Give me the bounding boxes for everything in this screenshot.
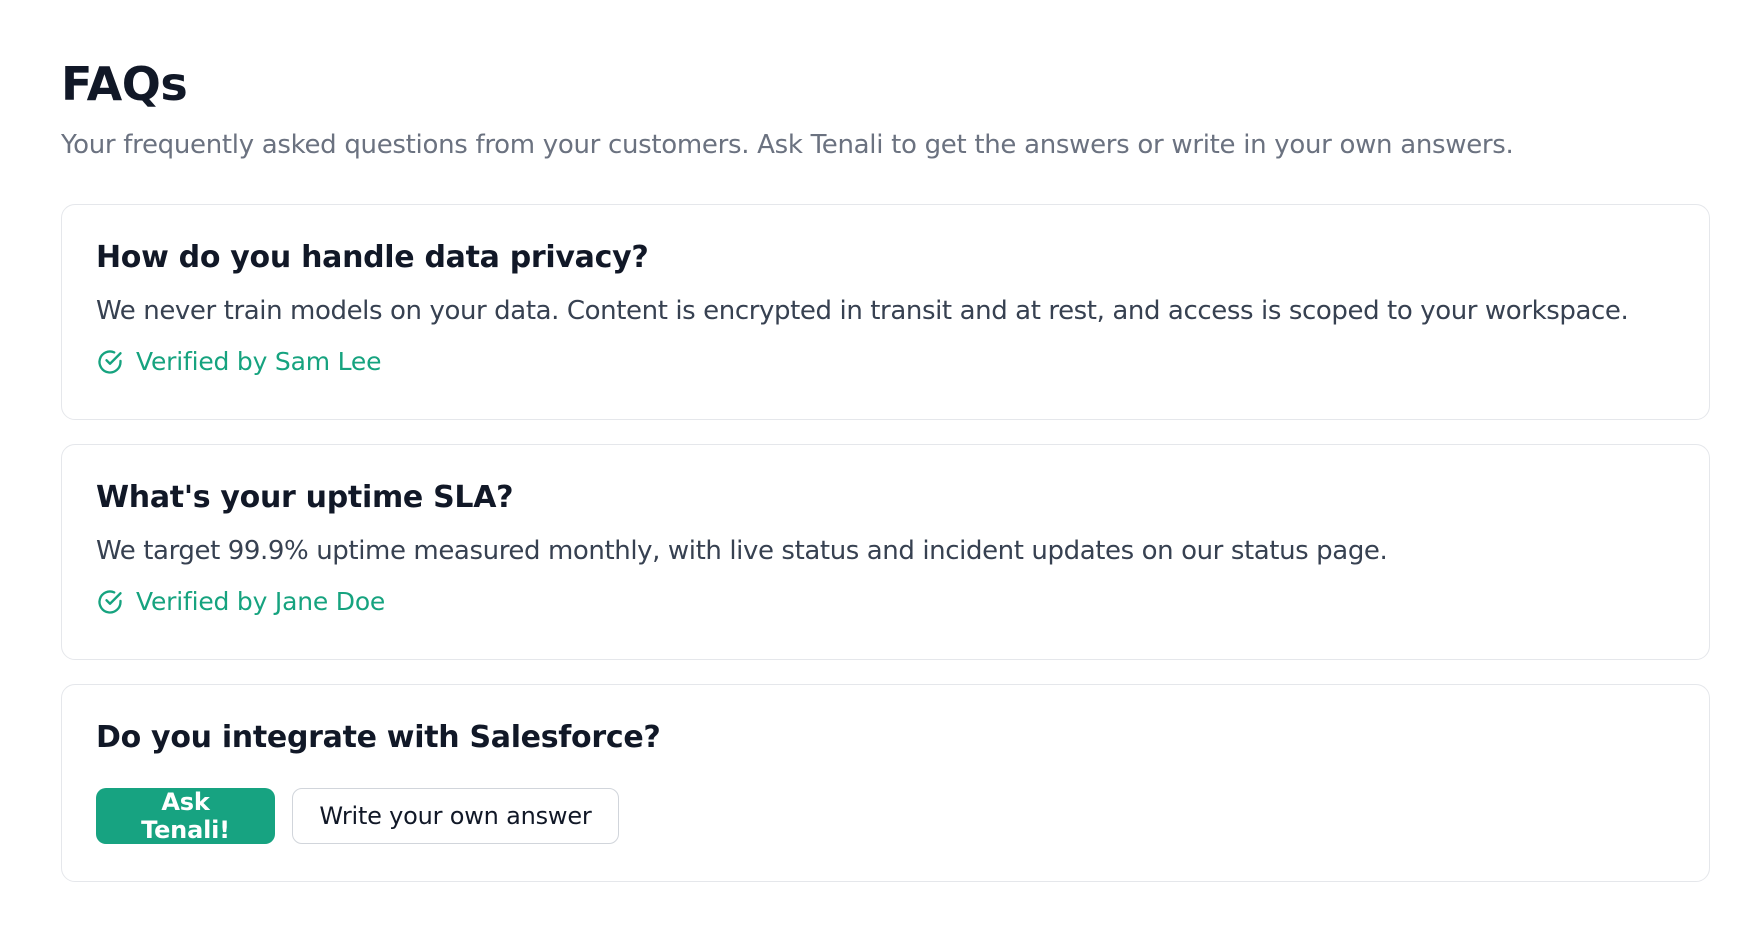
faq-actions: Ask Tenali! Write your own answer <box>96 788 1675 844</box>
write-own-answer-button[interactable]: Write your own answer <box>292 788 619 844</box>
verified-label: Verified by Sam Lee <box>136 347 382 376</box>
verified-badge: Verified by Sam Lee <box>96 345 1675 379</box>
faq-page: FAQs Your frequently asked questions fro… <box>0 0 1760 932</box>
faq-answer: We target 99.9% uptime measured monthly,… <box>96 536 1388 566</box>
faq-list: How do you handle data privacy? We never… <box>61 204 1710 882</box>
page-title: FAQs <box>61 57 188 111</box>
ask-tenali-button[interactable]: Ask Tenali! <box>96 788 275 844</box>
faq-card-uptime-sla: What's your uptime SLA? We target 99.9% … <box>61 444 1710 660</box>
check-circle-icon <box>96 588 124 616</box>
faq-answer: We never train models on your data. Cont… <box>96 296 1629 326</box>
faq-card-salesforce: Do you integrate with Salesforce? Ask Te… <box>61 684 1710 882</box>
faq-question: How do you handle data privacy? <box>96 240 649 275</box>
verified-label: Verified by Jane Doe <box>136 587 386 616</box>
verified-badge: Verified by Jane Doe <box>96 585 1675 619</box>
faq-card-data-privacy: How do you handle data privacy? We never… <box>61 204 1710 420</box>
check-circle-icon <box>96 348 124 376</box>
faq-question: What's your uptime SLA? <box>96 480 514 515</box>
page-subtitle: Your frequently asked questions from you… <box>61 130 1514 160</box>
faq-question: Do you integrate with Salesforce? <box>96 720 661 755</box>
